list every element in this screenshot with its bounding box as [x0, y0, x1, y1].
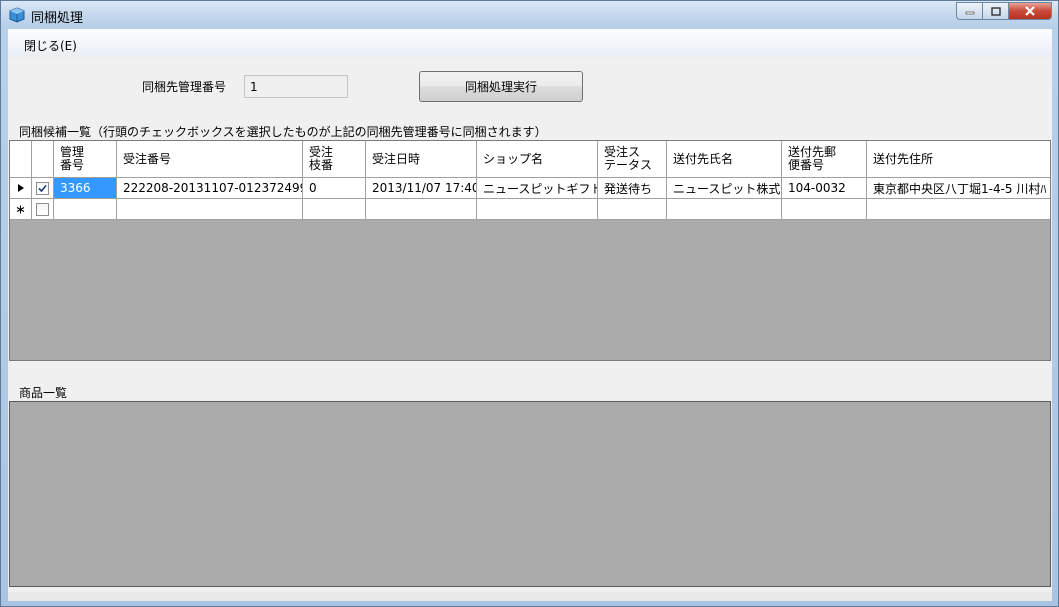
row-checkbox[interactable]	[36, 181, 49, 195]
status-strip	[8, 592, 1052, 601]
new-cell-shop[interactable]	[477, 199, 598, 220]
new-cell-zip[interactable]	[782, 199, 867, 220]
current-row-arrow-icon	[17, 184, 24, 192]
window-controls	[956, 2, 1052, 20]
col-header-branch[interactable]: 受注 枝番	[303, 141, 366, 178]
execute-bundle-button[interactable]: 同梱処理実行	[419, 71, 583, 102]
col-header-order-text: 受注番号	[123, 151, 172, 166]
cell-shop[interactable]: ニュースピットギフトハウス	[477, 178, 598, 199]
execute-bundle-label: 同梱処理実行	[464, 80, 537, 94]
grid-header: 管理 番号 受注番号 受注 枝番 受注日時 ショップ名 受注ス テータス 送付先…	[10, 141, 1050, 178]
app-icon	[9, 7, 25, 23]
row-header-corner	[10, 141, 32, 178]
cell-date[interactable]: 2013/11/07 17:40	[366, 178, 477, 199]
cell-mgmt[interactable]: 3366	[54, 178, 117, 199]
col-header-name[interactable]: 送付先氏名	[667, 141, 782, 178]
col-header-branch-text: 受注 枝番	[309, 145, 334, 172]
col-header-order[interactable]: 受注番号	[117, 141, 303, 178]
cell-zip[interactable]: 104-0032	[782, 178, 867, 199]
col-header-date[interactable]: 受注日時	[366, 141, 477, 178]
cell-name[interactable]: ニュースピット株式会社	[667, 178, 782, 199]
title-bar[interactable]: 同梱処理	[1, 1, 1058, 29]
row-indicator[interactable]	[10, 178, 32, 199]
table-row[interactable]: 3366 222208-20131107-0123724999 0 2013/1…	[10, 178, 1050, 199]
mgmt-number-field: 1	[244, 75, 348, 98]
new-cell-name[interactable]	[667, 199, 782, 220]
new-row-asterisk-icon	[16, 205, 25, 213]
cell-status[interactable]: 発送待ち	[598, 178, 667, 199]
new-row-indicator[interactable]	[10, 199, 32, 220]
col-header-zip-text: 送付先郵 便番号	[788, 145, 837, 172]
col-header-shop-text: ショップ名	[483, 151, 544, 166]
maximize-button[interactable]	[982, 2, 1008, 20]
menu-close[interactable]: 閉じる(E)	[24, 37, 77, 54]
window: 同梱処理 閉じる(E) 同梱先管理番号 1 同梱処理実行 同梱候補一覧（行頭のチ…	[0, 0, 1059, 607]
menu-bar: 閉じる(E)	[8, 29, 1052, 57]
new-row[interactable]	[10, 199, 1050, 220]
mgmt-number-label: 同梱先管理番号	[142, 80, 227, 94]
window-title: 同梱処理	[31, 11, 84, 26]
maximize-icon	[990, 6, 1001, 16]
minimize-icon	[965, 11, 974, 15]
minimize-button[interactable]	[956, 2, 982, 20]
products-label: 商品一覧	[19, 386, 68, 400]
new-cell-status[interactable]	[598, 199, 667, 220]
checkmark-icon	[38, 184, 47, 192]
col-header-mgmt[interactable]: 管理 番号	[54, 141, 117, 178]
products-grid[interactable]	[9, 401, 1051, 587]
cell-branch[interactable]: 0	[303, 178, 366, 199]
col-header-date-text: 受注日時	[372, 151, 421, 166]
cell-addr[interactable]: 東京都中央区八丁堀1-4-5 川村ﾊ	[867, 178, 1050, 199]
col-header-name-text: 送付先氏名	[673, 151, 734, 166]
new-cell-order[interactable]	[117, 199, 303, 220]
close-icon	[1025, 6, 1035, 16]
new-row-checkbox[interactable]	[36, 202, 49, 216]
header-check	[32, 141, 54, 178]
close-button[interactable]	[1008, 2, 1052, 20]
client-area: 閉じる(E) 同梱先管理番号 1 同梱処理実行 同梱候補一覧（行頭のチェックボッ…	[8, 29, 1052, 601]
col-header-addr[interactable]: 送付先住所	[867, 141, 1050, 178]
col-header-shop[interactable]: ショップ名	[477, 141, 598, 178]
new-cell-addr[interactable]	[867, 199, 1050, 220]
row-checkbox-cell[interactable]	[32, 178, 54, 199]
candidates-grid[interactable]: 管理 番号 受注番号 受注 枝番 受注日時 ショップ名 受注ス テータス 送付先…	[9, 140, 1051, 361]
candidates-label: 同梱候補一覧（行頭のチェックボックスを選択したものが上記の同梱先管理番号に同梱さ…	[19, 125, 547, 139]
new-cell-mgmt[interactable]	[54, 199, 117, 220]
col-header-status-text: 受注ス テータス	[604, 145, 653, 172]
col-header-status[interactable]: 受注ス テータス	[598, 141, 667, 178]
new-row-checkbox-cell[interactable]	[32, 199, 54, 220]
col-header-mgmt-text: 管理 番号	[60, 145, 85, 172]
new-cell-branch[interactable]	[303, 199, 366, 220]
cell-order[interactable]: 222208-20131107-0123724999	[117, 178, 303, 199]
col-header-zip[interactable]: 送付先郵 便番号	[782, 141, 867, 178]
col-header-addr-text: 送付先住所	[873, 151, 934, 166]
new-cell-date[interactable]	[366, 199, 477, 220]
